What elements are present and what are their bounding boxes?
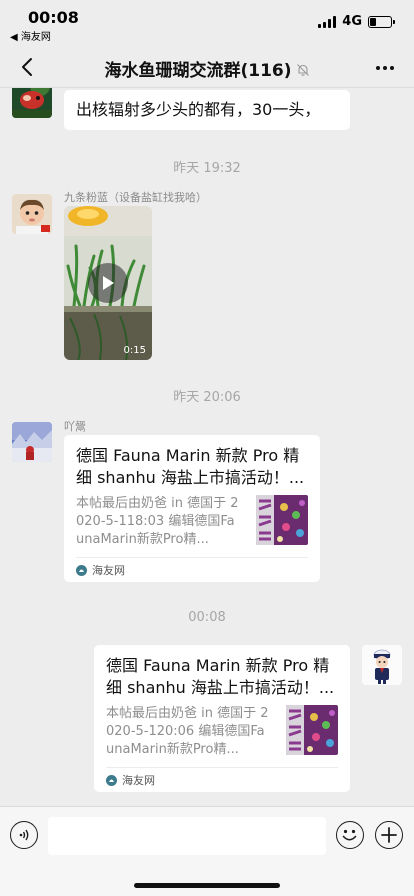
play-icon: [103, 276, 114, 290]
input-bar: [0, 806, 414, 896]
link-card-source-name: 海友网: [92, 564, 125, 577]
play-button[interactable]: [88, 263, 128, 303]
avatar-baby-user[interactable]: [12, 194, 52, 234]
avatar-winter-user[interactable]: [12, 422, 52, 462]
status-indicators: 4G: [318, 14, 395, 29]
my-link-card-source: 海友网: [106, 767, 338, 792]
avatar-self[interactable]: [362, 645, 402, 685]
site-logo-icon: [76, 564, 87, 576]
sender-name: 九条粉蓝（设备盐缸找我哈）: [64, 191, 207, 204]
time-separator: 昨天 20:06: [173, 390, 241, 405]
my-link-card-source-name: 海友网: [122, 774, 155, 787]
video-duration: 0:15: [123, 345, 146, 356]
sender-name: 吖鬶: [64, 420, 86, 433]
message-bubble-text[interactable]: 出核辐射多少头的都有，30一头，: [64, 90, 350, 130]
more-dots-icon: [376, 66, 394, 70]
link-card-thumbnail: [256, 495, 308, 545]
more-functions-button[interactable]: [375, 821, 403, 849]
chat-messages[interactable]: 出核辐射多少头的都有，30一头， 昨天 19:32 九条粉蓝（设备盐缸找我哈） …: [0, 88, 414, 806]
more-options-button[interactable]: [372, 55, 398, 81]
chat-title-text: 海水鱼珊瑚交流群(116): [104, 61, 292, 81]
link-card-description: 本帖最后由奶爸 in 德国于 2020-5-118:03 编辑德国FaunaMa…: [76, 496, 239, 547]
my-link-card-thumbnail: [286, 705, 338, 755]
time-separator: 00:08: [188, 610, 226, 625]
status-time: 00:08: [28, 8, 79, 27]
mute-bell-icon: [296, 62, 310, 82]
nav-bar: 海水鱼珊瑚交流群(116): [0, 46, 414, 88]
link-card[interactable]: 德国 Fauna Marin 新款 Pro 精细 shanhu 海盐上市搞活动！…: [64, 435, 320, 582]
avatar-fish-user[interactable]: [12, 88, 52, 118]
message-input[interactable]: [48, 817, 326, 855]
status-bar: 00:08 ◀ 海友网 4G: [0, 0, 414, 46]
signal-icon: [318, 15, 337, 28]
network-type: 4G: [342, 14, 362, 29]
time-separator: 昨天 19:32: [173, 161, 241, 176]
link-card-source: 海友网: [76, 557, 308, 582]
link-card-title: 德国 Fauna Marin 新款 Pro 精细 shanhu 海盐上市搞活动！…: [76, 446, 305, 487]
emoji-icon: [342, 829, 357, 841]
plus-icon: [381, 827, 397, 843]
voice-icon: [19, 829, 29, 841]
video-message[interactable]: 0:15: [64, 206, 152, 360]
voice-button[interactable]: [10, 821, 38, 849]
my-link-card-title: 德国 Fauna Marin 新款 Pro 精细 shanhu 海盐上市搞活动！…: [106, 656, 335, 697]
site-logo-icon: [106, 774, 117, 786]
back-to-app-link[interactable]: ◀ 海友网: [10, 28, 51, 43]
my-link-card-description: 本帖最后由奶爸 in 德国于 2020-5-120:06 编辑德国FaunaMa…: [106, 706, 269, 757]
my-link-card[interactable]: 德国 Fauna Marin 新款 Pro 精细 shanhu 海盐上市搞活动！…: [94, 645, 350, 792]
chat-title: 海水鱼珊瑚交流群(116): [0, 56, 414, 82]
home-indicator[interactable]: [134, 883, 280, 888]
emoji-button[interactable]: [336, 821, 364, 849]
battery-icon: [368, 15, 395, 28]
